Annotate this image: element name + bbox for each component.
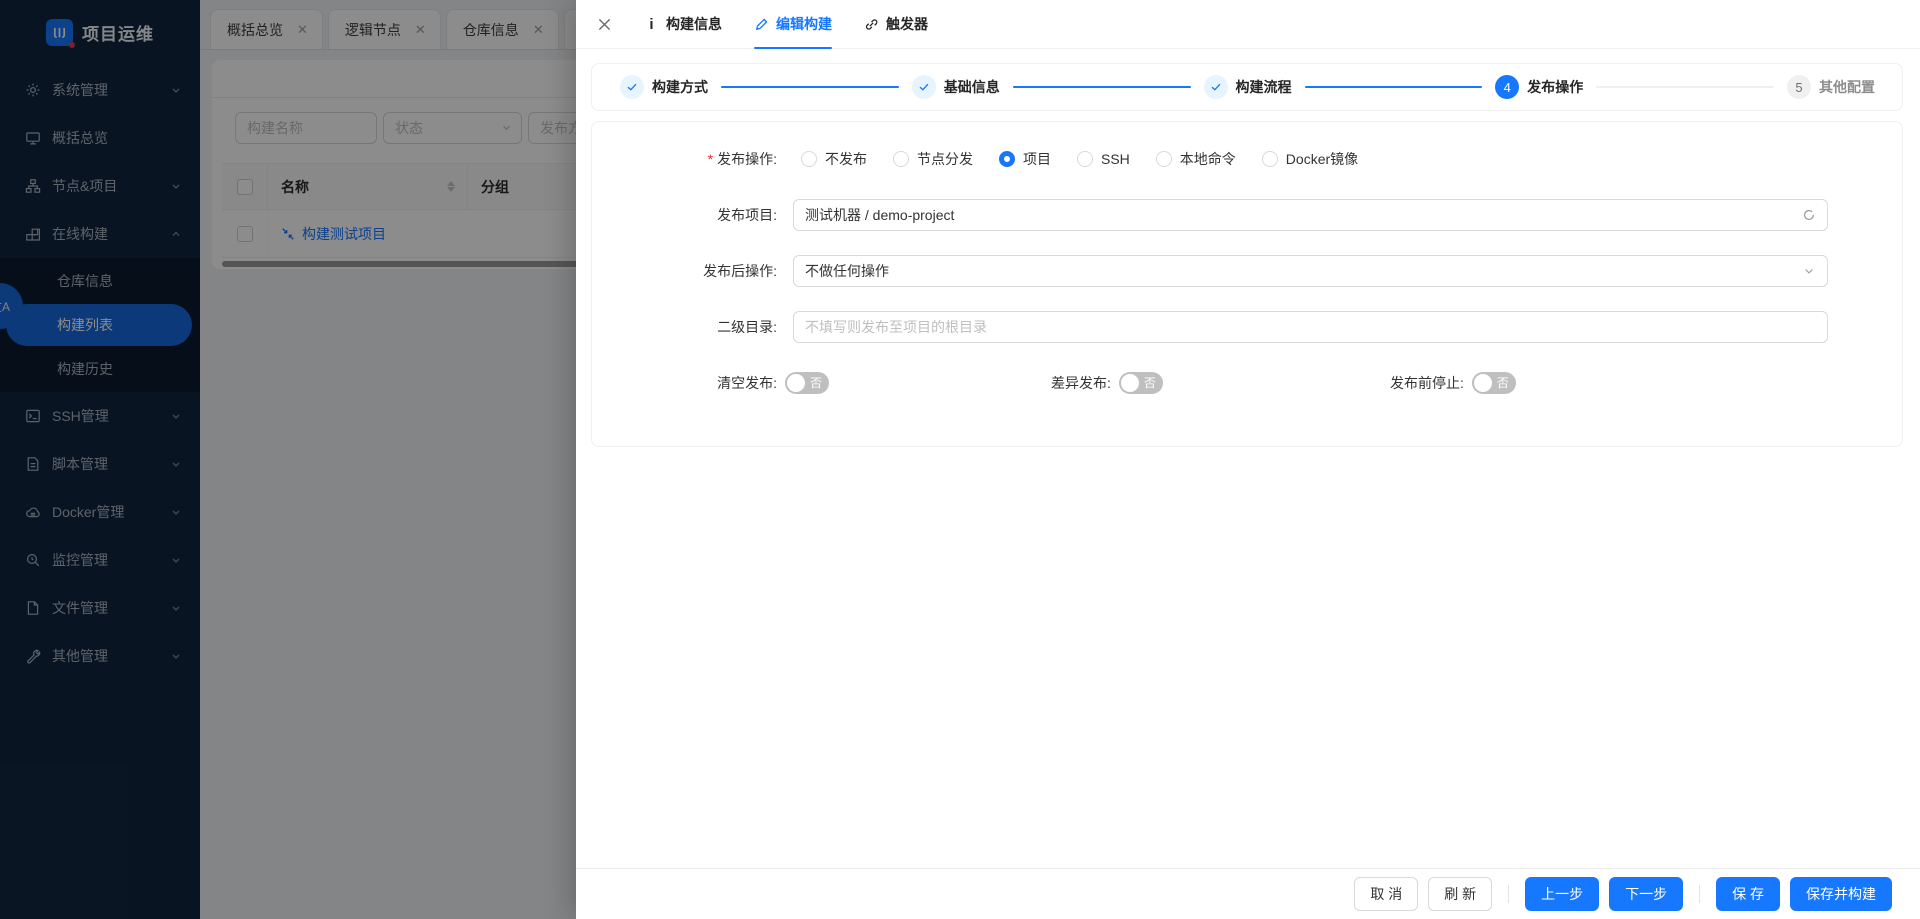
- radio-icon: [801, 151, 817, 167]
- tab-label: 编辑构建: [776, 16, 832, 32]
- radio-label: SSH: [1101, 151, 1130, 167]
- field-label: 清空发布:: [717, 375, 777, 391]
- tab-label: 触发器: [886, 16, 928, 32]
- step-basic-info[interactable]: 基础信息: [911, 75, 1000, 99]
- drawer-body: 构建方式 基础信息 构建流程 4 发布操作 5 其他配置 * 发布操作: 不发布…: [576, 49, 1920, 868]
- clear-publish-toggle[interactable]: 否: [785, 372, 829, 394]
- diff-publish-toggle[interactable]: 否: [1118, 372, 1163, 394]
- switches-row: 清空发布: 否 差异发布: 否 发布前停止: 否: [592, 367, 1902, 399]
- divider: [1508, 885, 1510, 903]
- step-title: 其他配置: [1819, 79, 1875, 95]
- tab-build-info[interactable]: i 构建信息: [644, 0, 722, 49]
- stop-before-publish-field: 发布前停止: 否: [1390, 367, 1516, 399]
- after-publish-row: 发布后操作:: [592, 255, 1902, 287]
- field-label: 发布后操作:: [703, 263, 777, 279]
- check-icon: [1203, 75, 1228, 99]
- toggle-state-text: 否: [809, 376, 822, 390]
- radio-label: 节点分发: [917, 151, 973, 167]
- step-build-method[interactable]: 构建方式: [620, 75, 708, 99]
- step-other-config[interactable]: 5 其他配置: [1787, 75, 1875, 99]
- radio-icon: [1261, 151, 1278, 167]
- field-label: 发布项目:: [717, 207, 777, 223]
- step-number: 5: [1787, 75, 1811, 99]
- radio-label: 本地命令: [1179, 151, 1236, 167]
- publish-form: *发布操作: 不发布 节点分发 项目 SSH 本地命令 Docker镜像 发布: [591, 121, 1903, 447]
- save-button[interactable]: 保 存: [1716, 877, 1780, 911]
- chevron-down-icon: [1801, 263, 1817, 279]
- check-icon: [620, 75, 644, 99]
- toggle-state-text: 否: [1496, 376, 1509, 390]
- drawer-footer: 取 消 刷 新 上一步 下一步 保 存 保存并构建: [576, 868, 1920, 919]
- radio-no-publish[interactable]: 不发布: [801, 149, 867, 169]
- radio-label: 项目: [1023, 151, 1051, 167]
- radio-ssh[interactable]: SSH: [1077, 151, 1130, 167]
- next-step-button[interactable]: 下一步: [1609, 877, 1684, 911]
- radio-project[interactable]: 项目: [999, 149, 1051, 169]
- required-asterisk: *: [707, 151, 714, 167]
- field-label: 发布前停止:: [1390, 375, 1464, 391]
- step-connector: [1304, 86, 1483, 88]
- step-connector: [1596, 86, 1774, 88]
- radio-icon: [1155, 151, 1172, 167]
- tab-label: 构建信息: [666, 16, 722, 32]
- refresh-icon[interactable]: [1801, 207, 1817, 223]
- info-icon: i: [649, 15, 654, 33]
- publish-operation-row: * 发布操作: 不发布 节点分发 项目 SSH 本地命令 Docker镜像: [592, 143, 1902, 175]
- link-icon: [864, 17, 879, 32]
- radio-docker-image[interactable]: Docker镜像: [1261, 149, 1359, 169]
- radio-icon: [893, 151, 909, 167]
- field-label: 差异发布:: [1051, 375, 1111, 391]
- step-title: 基础信息: [943, 79, 1000, 95]
- close-icon[interactable]: [594, 14, 614, 34]
- toggle-knob: [1473, 374, 1492, 392]
- tab-trigger[interactable]: 触发器: [864, 0, 928, 49]
- secondary-directory-input[interactable]: [793, 311, 1828, 343]
- publish-project-row: 发布项目:: [592, 199, 1902, 231]
- app-root: 项目运维 系统管理 概括总览 节点&项目 在线构建 仓库信息 构建列表 构建历史…: [0, 0, 1920, 919]
- radio-icon: [1077, 151, 1093, 167]
- edit-build-drawer: i 构建信息 编辑构建 触发器 构建方式 基础信息 构建流程 4 发布操作 5 …: [576, 0, 1920, 919]
- divider: [1699, 885, 1701, 903]
- field-label: * 发布操作:: [707, 151, 777, 167]
- publish-project-input[interactable]: [793, 199, 1828, 231]
- drawer-header: i 构建信息 编辑构建 触发器: [576, 0, 1920, 49]
- radio-label: Docker镜像: [1285, 151, 1359, 167]
- radio-node-distribute[interactable]: 节点分发: [893, 149, 973, 169]
- drawer-tabs: i 构建信息 编辑构建 触发器: [644, 0, 928, 49]
- diff-publish-field: 差异发布: 否: [1051, 367, 1163, 399]
- stop-before-publish-toggle[interactable]: 否: [1471, 372, 1516, 394]
- toggle-knob: [787, 374, 805, 392]
- edit-icon: [754, 17, 769, 32]
- radio-icon-selected: [999, 151, 1015, 167]
- check-icon: [911, 75, 936, 99]
- step-connector: [721, 86, 899, 88]
- step-title: 构建方式: [652, 79, 708, 95]
- prev-step-button[interactable]: 上一步: [1525, 877, 1600, 911]
- radio-local-command[interactable]: 本地命令: [1155, 149, 1236, 169]
- save-and-build-button[interactable]: 保存并构建: [1790, 877, 1892, 911]
- step-build-process[interactable]: 构建流程: [1203, 75, 1292, 99]
- step-title: 发布操作: [1527, 79, 1584, 95]
- step-connector: [1012, 86, 1191, 88]
- toggle-knob: [1120, 374, 1139, 392]
- toggle-state-text: 否: [1143, 376, 1156, 390]
- step-title: 构建流程: [1235, 79, 1292, 95]
- field-label: 二级目录:: [717, 319, 777, 335]
- publish-operation-options: 不发布 节点分发 项目 SSH 本地命令 Docker镜像: [793, 149, 1828, 169]
- tab-edit-build[interactable]: 编辑构建: [754, 0, 832, 49]
- clear-publish-field: 清空发布: 否: [592, 367, 829, 399]
- build-steps: 构建方式 基础信息 构建流程 4 发布操作 5 其他配置: [591, 63, 1903, 111]
- radio-label: 不发布: [825, 151, 867, 167]
- after-publish-select[interactable]: [793, 255, 1828, 287]
- step-number: 4: [1495, 75, 1520, 99]
- secondary-directory-row: 二级目录:: [592, 311, 1902, 343]
- cancel-button[interactable]: 取 消: [1354, 877, 1419, 911]
- step-publish-action[interactable]: 4 发布操作: [1495, 75, 1583, 99]
- refresh-button[interactable]: 刷 新: [1428, 877, 1493, 911]
